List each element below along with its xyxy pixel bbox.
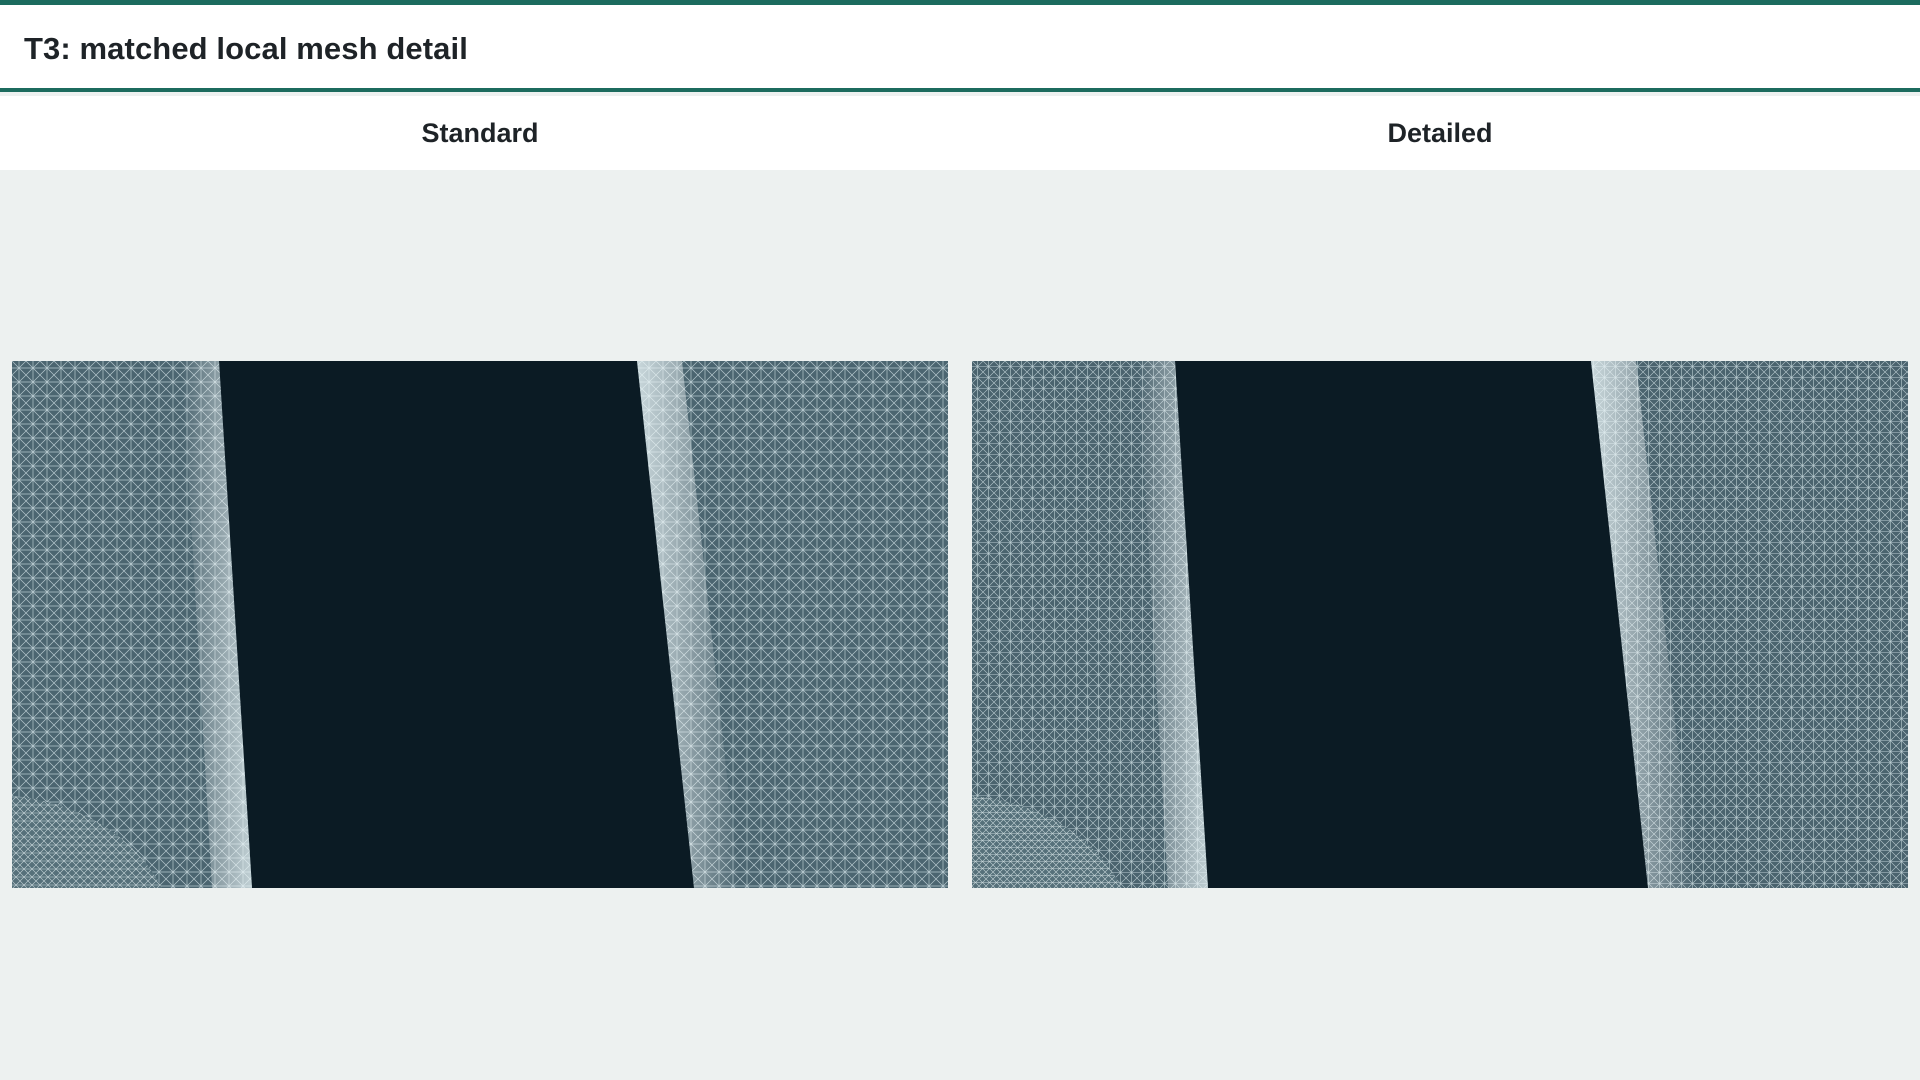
- panel-label-detailed: Detailed: [1387, 118, 1493, 148]
- panel-label-bar: Standard Detailed: [0, 96, 1920, 170]
- viewport-standard[interactable]: [12, 361, 948, 888]
- page-title: T3: matched local mesh detail: [24, 31, 468, 66]
- header-bar: T3: matched local mesh detail: [0, 5, 1920, 92]
- viewport-detailed[interactable]: [972, 361, 1908, 888]
- panel-label-standard: Standard: [421, 118, 539, 148]
- mesh-render-standard: [12, 361, 948, 888]
- mesh-render-detailed: [972, 361, 1908, 888]
- app-window: T3: matched local mesh detail Standard D…: [0, 0, 1920, 1080]
